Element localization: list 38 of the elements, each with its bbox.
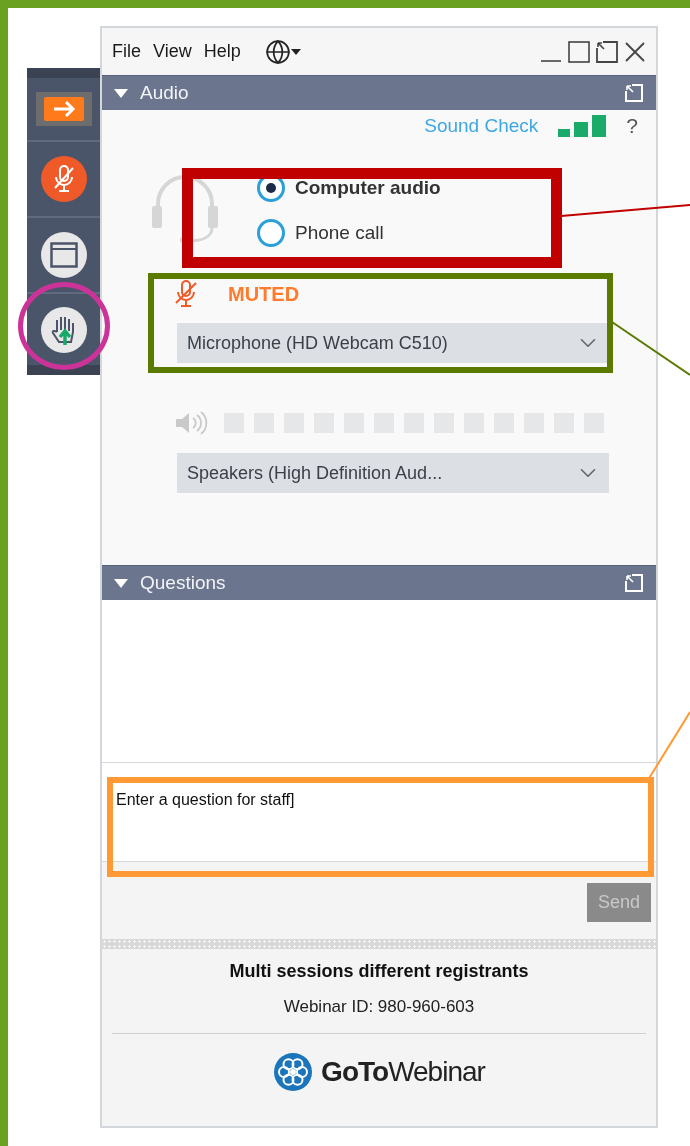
arrow-button[interactable] <box>35 92 92 126</box>
audio-mode-option[interactable]: Computer audio <box>257 178 441 198</box>
language-button[interactable] <box>264 38 301 65</box>
headset-icon <box>150 172 220 244</box>
product-logo: GoToWebinar <box>321 1056 485 1088</box>
popout-icon[interactable] <box>624 573 644 593</box>
globe-icon <box>264 38 291 65</box>
audio-mode-option[interactable]: Phone call <box>257 223 441 243</box>
collapse-icon[interactable] <box>114 87 128 99</box>
help-mark[interactable]: ? <box>626 114 638 138</box>
speaker-dropdown[interactable]: Speakers (High Definition Aud... <box>177 453 609 493</box>
panel-header[interactable]: Questions <box>102 565 656 600</box>
webinar-id: Webinar ID: 980-960-603 <box>283 997 475 1017</box>
popout-icon[interactable] <box>624 83 644 103</box>
panel-title: Questions <box>140 572 226 594</box>
collapse-icon[interactable] <box>114 577 128 589</box>
menu-item[interactable]: File <box>112 41 141 62</box>
window-button[interactable] <box>40 232 87 278</box>
mute-status: MUTED <box>228 282 300 306</box>
radio-button[interactable] <box>257 219 285 247</box>
mic-off-icon <box>51 164 76 194</box>
speaker-icon <box>174 410 208 436</box>
restore-icon[interactable] <box>596 40 618 63</box>
caret-icon <box>290 48 301 55</box>
panel-header[interactable]: Audio <box>102 75 656 110</box>
microphone-dropdown[interactable]: Microphone (HD Webcam C510) <box>177 323 609 363</box>
panel-title: Audio <box>140 82 189 104</box>
menu-item[interactable]: View <box>153 41 192 62</box>
close-icon[interactable] <box>624 40 646 63</box>
mute-button[interactable] <box>40 156 87 202</box>
resize-grip[interactable] <box>102 939 656 949</box>
window-icon <box>49 242 78 268</box>
maximize-icon[interactable] <box>568 40 590 63</box>
mic-off-icon <box>174 280 198 308</box>
webinar-title: Multi sessions different registrants <box>229 961 529 982</box>
signal-bars-icon <box>558 115 607 137</box>
menu-item[interactable]: Help <box>203 41 241 62</box>
flower-logo-icon <box>273 1052 314 1092</box>
